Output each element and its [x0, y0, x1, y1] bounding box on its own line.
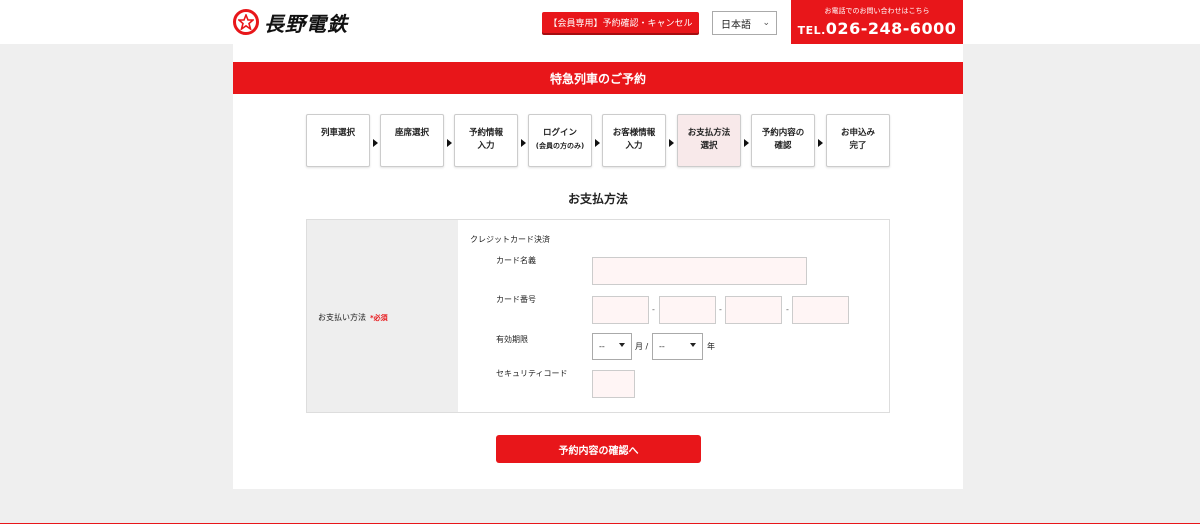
security-code-label: セキュリティコード — [496, 369, 568, 378]
credit-card-title: クレジットカード決済 — [470, 235, 550, 244]
logo[interactable]: 長野電鉄 — [233, 9, 348, 36]
step-label: 選択 — [700, 141, 718, 151]
step-arrow-icon — [669, 139, 674, 147]
step-label: 完了 — [849, 141, 867, 151]
expiry-year-value: -- — [659, 342, 665, 351]
step-arrow-icon — [818, 139, 823, 147]
chevron-down-icon — [619, 343, 625, 347]
step-confirm: 予約内容の 確認 — [751, 114, 815, 167]
phone-digits: 026-248-6000 — [825, 19, 957, 38]
step-train-select: 列車選択 — [306, 114, 370, 167]
payment-label-text: お支払い方法 — [318, 313, 366, 322]
step-label: お支払方法 — [687, 128, 731, 138]
step-label: ログイン — [542, 128, 577, 138]
phone-note: お電話でのお問い合わせはこちら — [824, 7, 930, 15]
language-value: 日本語 — [721, 19, 751, 31]
payment-method-label: お支払い方法 *必須 — [318, 312, 388, 323]
site-header: 長野電鉄 【会員専用】予約確認・キャンセル 日本語 ⌄ お電話でのお問い合わせは… — [0, 0, 1200, 44]
step-customer-info: お客様情報 入力 — [602, 114, 666, 167]
page-title: 特急列車のご予約 — [233, 62, 963, 94]
step-label: (会員の方のみ) — [535, 142, 585, 150]
card-number-input-2[interactable] — [659, 296, 716, 324]
main-panel: 特急列車のご予約 列車選択 座席選択 予約情報入力 ログイン (会員の方のみ) お… — [233, 44, 963, 489]
year-unit: 年 — [707, 342, 715, 351]
chevron-down-icon — [690, 343, 696, 347]
member-booking-button[interactable]: 【会員専用】予約確認・キャンセル — [542, 12, 699, 33]
step-label: 列車選択 — [320, 128, 355, 138]
step-arrow-icon — [595, 139, 600, 147]
payment-form: お支払い方法 *必須 クレジットカード決済 カード名義 カード番号 - - - 有… — [306, 219, 890, 413]
footer-divider — [0, 523, 1200, 527]
progress-steps: 列車選択 座席選択 予約情報入力 ログイン (会員の方のみ) お客様情報入力 お支… — [306, 114, 890, 168]
step-arrow-icon — [744, 139, 749, 147]
card-name-input[interactable] — [592, 257, 807, 285]
step-label: 予約情報 — [468, 128, 503, 138]
phone-number: TEL.026-248-6000 — [791, 19, 963, 38]
expiry-month-select[interactable]: -- — [592, 333, 632, 360]
security-code-input[interactable] — [592, 370, 635, 398]
card-number-label: カード番号 — [496, 295, 536, 304]
step-arrow-icon — [373, 139, 378, 147]
expiry-year-select[interactable]: -- — [652, 333, 703, 360]
expiry-label: 有効期限 — [496, 335, 528, 344]
card-number-input-3[interactable] — [725, 296, 782, 324]
card-number-separator: - — [719, 305, 722, 314]
step-label: お客様情報 — [612, 128, 656, 138]
step-seat-select: 座席選択 — [380, 114, 444, 167]
month-unit: 月 / — [635, 342, 649, 351]
confirm-booking-button[interactable]: 予約内容の確認へ — [496, 435, 701, 463]
phone-contact[interactable]: お電話でのお問い合わせはこちら TEL.026-248-6000 — [791, 0, 963, 44]
card-number-separator: - — [786, 305, 789, 314]
section-title: お支払方法 — [567, 192, 628, 206]
step-arrow-icon — [447, 139, 452, 147]
payment-label-cell: お支払い方法 *必須 — [307, 220, 458, 412]
step-label: 確認 — [774, 141, 792, 151]
card-number-input-1[interactable] — [592, 296, 649, 324]
card-name-label: カード名義 — [496, 256, 536, 265]
step-arrow-icon — [521, 139, 526, 147]
step-label: 入力 — [477, 141, 495, 151]
step-label: お申込み — [840, 128, 875, 138]
language-select[interactable]: 日本語 ⌄ — [712, 11, 777, 35]
required-badge: *必須 — [370, 314, 388, 322]
step-login: ログイン (会員の方のみ) — [528, 114, 592, 167]
step-payment-select: お支払方法 選択 — [677, 114, 741, 167]
step-booking-info: 予約情報 入力 — [454, 114, 518, 167]
logo-emblem-icon — [233, 9, 259, 35]
expiry-month-value: -- — [599, 342, 605, 351]
card-number-input-4[interactable] — [792, 296, 849, 324]
step-label: 座席選択 — [394, 128, 429, 138]
logo-text: 長野電鉄 — [264, 11, 348, 36]
step-label: 入力 — [625, 141, 643, 151]
step-label: 予約内容の — [761, 128, 805, 138]
step-complete: お申込み 完了 — [826, 114, 890, 167]
chevron-down-icon: ⌄ — [762, 18, 770, 28]
card-number-separator: - — [652, 305, 655, 314]
phone-prefix: TEL. — [797, 24, 826, 37]
